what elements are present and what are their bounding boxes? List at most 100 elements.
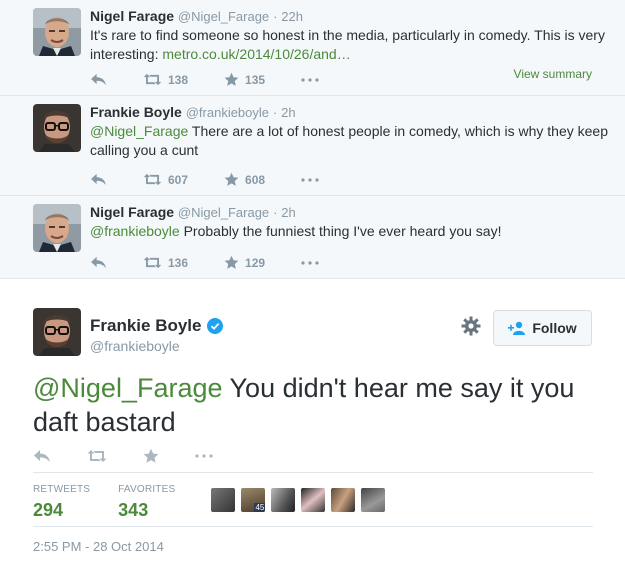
separator: · — [272, 105, 278, 120]
avatar[interactable] — [33, 8, 81, 56]
favorite-icon — [224, 255, 239, 270]
favorite-button[interactable]: 135 — [224, 72, 265, 87]
retweet-button[interactable]: 136 — [143, 256, 188, 270]
gear-icon[interactable] — [460, 315, 482, 337]
divider — [33, 472, 593, 473]
favoriter-avatar[interactable] — [331, 488, 356, 512]
tweet-actions: 136 129 — [90, 255, 355, 270]
tweet-header: Frankie Boyle @frankieboyle · 2h — [90, 104, 609, 121]
reply-button[interactable] — [90, 73, 107, 86]
retweet-count: 136 — [168, 255, 189, 270]
reply-icon — [90, 73, 107, 86]
separator: · — [273, 9, 278, 24]
favoriter-avatar[interactable] — [211, 488, 236, 512]
tweet-time[interactable]: 2h — [281, 205, 295, 220]
author-name[interactable]: Nigel Farage — [90, 204, 174, 220]
retweets-label: RETWEETS — [33, 484, 91, 495]
favorite-count: 135 — [245, 72, 266, 87]
favorite-count: 608 — [245, 172, 266, 187]
reply-icon — [90, 256, 107, 269]
favorite-count: 129 — [245, 255, 266, 270]
avatar[interactable] — [33, 204, 81, 252]
permalink-tweet: Frankie Boyle @frankieboyle Follow @Nige… — [0, 291, 625, 580]
thread-tweet[interactable]: Nigel Farage @Nigel_Farage · 22h It's ra… — [0, 0, 625, 96]
favoriter-avatar[interactable]: 45 — [241, 488, 266, 512]
more-button[interactable] — [301, 78, 319, 82]
favoriter-avatar[interactable] — [361, 488, 386, 512]
more-icon — [301, 261, 319, 265]
tweet-time[interactable]: 2h — [281, 105, 295, 120]
more-icon — [195, 454, 213, 458]
retweet-icon — [143, 73, 162, 86]
author-handle[interactable]: @Nigel_Farage — [178, 9, 269, 24]
view-summary-link[interactable]: View summary — [514, 67, 592, 81]
tweet-link[interactable]: metro.co.uk/2014/10/26/and… — [162, 46, 350, 62]
favoriter-avatar[interactable] — [271, 488, 296, 512]
retweet-icon — [143, 173, 162, 186]
follow-button[interactable]: Follow — [493, 310, 592, 346]
reply-button[interactable] — [90, 256, 107, 269]
thread-tweet[interactable]: Frankie Boyle @frankieboyle · 2h @Nigel_… — [0, 96, 625, 196]
author-handle[interactable]: @frankieboyle — [90, 338, 180, 354]
retweet-button[interactable] — [87, 449, 107, 463]
tweet-time[interactable]: 22h — [281, 9, 303, 24]
favorite-icon — [143, 448, 159, 464]
favorites-value: 343 — [118, 500, 149, 520]
retweets-value: 294 — [33, 500, 64, 520]
author-name-row: Frankie Boyle — [90, 316, 223, 336]
thread-tweet[interactable]: Nigel Farage @Nigel_Farage · 2h @frankie… — [0, 196, 625, 278]
tweet-stats: RETWEETS 294 FAVORITES 343 45 — [33, 484, 391, 521]
reply-icon — [90, 173, 107, 186]
tweet-actions — [33, 448, 249, 464]
more-button[interactable] — [301, 178, 319, 182]
favoriter-avatar[interactable] — [301, 488, 326, 512]
tweet-header: Nigel Farage @Nigel_Farage · 22h — [90, 8, 609, 25]
mention-link[interactable]: @frankieboyle — [90, 223, 180, 239]
verified-icon — [206, 318, 223, 334]
mention-link[interactable]: @Nigel_Farage — [33, 373, 223, 403]
conversation-thread: Nigel Farage @Nigel_Farage · 22h It's ra… — [0, 0, 625, 279]
retweet-button[interactable]: 138 — [143, 73, 188, 87]
divider — [33, 526, 593, 527]
tweet-timestamp: 2:55 PM - 28 Oct 2014 — [33, 539, 164, 554]
tweet-text: @Nigel_Farage You didn't hear me say it … — [33, 371, 603, 439]
author-name[interactable]: Frankie Boyle — [90, 104, 182, 120]
author-name[interactable]: Nigel Farage — [90, 8, 174, 24]
avatar-badge: 45 — [254, 503, 266, 512]
separator: · — [273, 205, 278, 220]
tweet-text: It's rare to find someone so honest in t… — [90, 26, 609, 64]
favorite-button[interactable]: 129 — [224, 255, 265, 270]
favorites-stat[interactable]: FAVORITES 343 — [118, 484, 175, 521]
favorite-button[interactable] — [143, 448, 159, 464]
favorites-label: FAVORITES — [118, 484, 176, 495]
author-name[interactable]: Frankie Boyle — [90, 316, 202, 336]
favorite-button[interactable]: 608 — [224, 172, 265, 187]
retweet-icon — [143, 256, 162, 269]
avatar[interactable] — [33, 104, 81, 152]
follow-label: Follow — [532, 320, 577, 336]
reply-icon — [33, 449, 51, 463]
tweet-text-body: Probably the funniest thing I've ever he… — [179, 223, 502, 239]
retweet-button[interactable]: 607 — [143, 173, 188, 187]
retweet-icon — [87, 449, 107, 463]
favoriter-avatars: 45 — [211, 488, 391, 512]
reply-button[interactable] — [90, 173, 107, 186]
more-button[interactable] — [301, 261, 319, 265]
tweet-text: @Nigel_Farage There are a lot of honest … — [90, 122, 609, 160]
author-handle[interactable]: @frankieboyle — [186, 105, 269, 120]
tweet-actions: 138 135 — [90, 72, 355, 87]
more-button[interactable] — [195, 454, 213, 458]
more-icon — [301, 78, 319, 82]
avatar[interactable] — [33, 308, 81, 356]
author-handle[interactable]: @Nigel_Farage — [178, 205, 269, 220]
tweet-header: Nigel Farage @Nigel_Farage · 2h — [90, 204, 609, 221]
follow-person-icon — [508, 321, 526, 335]
favorite-icon — [224, 72, 239, 87]
tweet-actions: 607 608 — [90, 172, 355, 187]
retweet-count: 607 — [168, 172, 189, 187]
reply-button[interactable] — [33, 449, 51, 463]
tweet-text: @frankieboyle Probably the funniest thin… — [90, 222, 609, 241]
mention-link[interactable]: @Nigel_Farage — [90, 123, 188, 139]
retweet-count: 138 — [168, 72, 189, 87]
retweets-stat[interactable]: RETWEETS 294 — [33, 484, 90, 521]
